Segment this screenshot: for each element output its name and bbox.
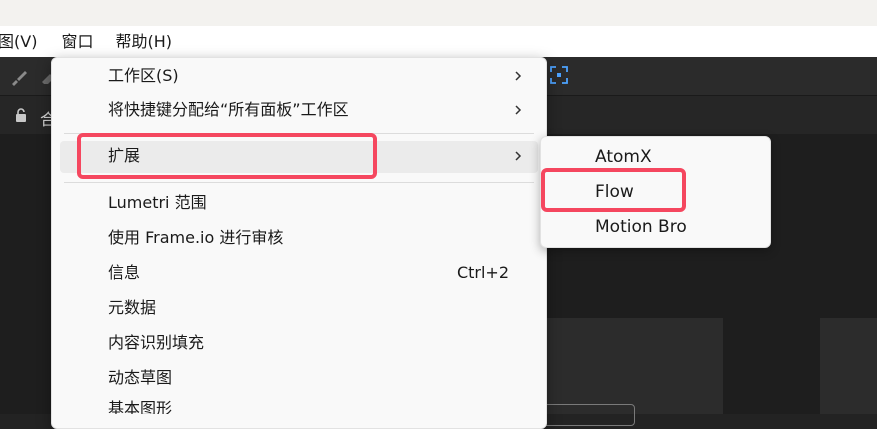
chevron-right-icon xyxy=(515,105,522,115)
menu-item-essential-graphics[interactable]: 基本图形 xyxy=(52,392,546,414)
title-bar xyxy=(0,0,877,26)
window-menu: 工作区(S) 将快捷键分配给“所有面板”工作区 扩展 Lumetri 范围 使用… xyxy=(51,57,547,429)
menu-item-info[interactable]: 信息 Ctrl+2 xyxy=(52,256,546,290)
submenu-item-motion-bro[interactable]: Motion Bro xyxy=(541,209,770,245)
menu-view[interactable]: 图(V) xyxy=(0,26,50,57)
focus-frame-icon[interactable] xyxy=(548,64,570,86)
menu-item-motion-sketch[interactable]: 动态草图 xyxy=(52,361,546,395)
menu-item-lumetri-scopes[interactable]: Lumetri 范围 xyxy=(52,186,546,220)
menu-item-content-aware-fill[interactable]: 内容识别填充 xyxy=(52,326,546,360)
chevron-right-icon xyxy=(515,71,522,81)
menu-item-assign-shortcuts[interactable]: 将快捷键分配给“所有面板”工作区 xyxy=(52,93,546,127)
annotation-highlight-extensions xyxy=(77,133,377,179)
preview-panel xyxy=(545,318,723,414)
panel-button[interactable] xyxy=(543,404,635,426)
preview-panel-right xyxy=(820,318,877,414)
menu-separator xyxy=(64,182,534,183)
menu-item-frameio-review[interactable]: 使用 Frame.io 进行审核 xyxy=(52,221,546,255)
shortcut-label: Ctrl+2 xyxy=(456,263,509,282)
lock-icon[interactable] xyxy=(14,108,28,122)
menu-window[interactable]: 窗口 xyxy=(50,26,104,57)
menu-item-workspace[interactable]: 工作区(S) xyxy=(52,59,546,93)
annotation-highlight-flow xyxy=(541,168,686,212)
chevron-right-icon xyxy=(515,151,522,161)
menu-bar: 图(V) 窗口 帮助(H) xyxy=(0,26,877,57)
brush-icon[interactable] xyxy=(8,66,30,88)
menu-item-metadata[interactable]: 元数据 xyxy=(52,291,546,325)
menu-help[interactable]: 帮助(H) xyxy=(104,26,183,57)
